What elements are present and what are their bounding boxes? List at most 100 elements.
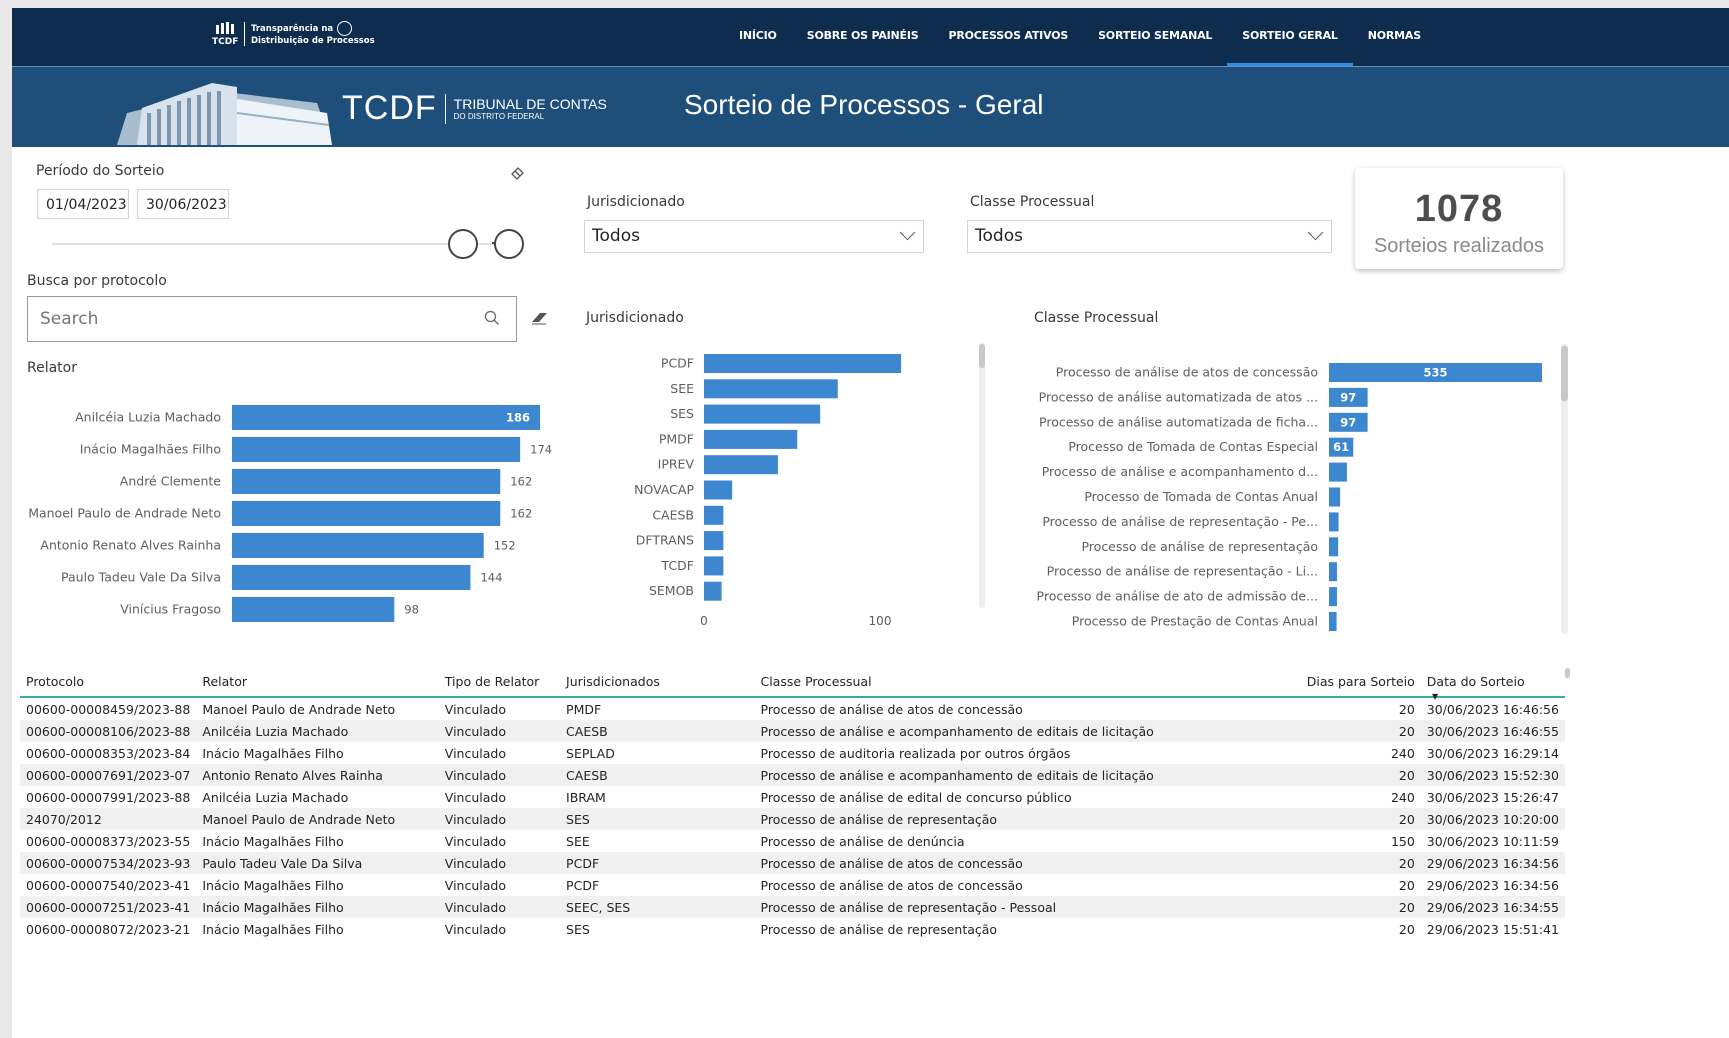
relator-value-label: 174 [530,443,552,457]
clear-filter-icon[interactable] [509,165,525,181]
date-slider-track[interactable] [52,243,497,245]
classe-category-label: Processo de análise automatizada de fich… [1039,414,1318,429]
cell-relator: Paulo Tadeu Vale Da Silva [196,852,439,874]
classe-dropdown[interactable]: Todos [967,220,1332,253]
classe-bar[interactable] [1329,537,1339,557]
classe-bar[interactable] [1329,462,1347,482]
eraser-icon[interactable] [530,310,550,326]
relator-bar[interactable] [232,405,540,430]
table-row[interactable]: 00600-00008072/2023-21 Inácio Magalhães F… [20,918,1565,940]
jur-bar[interactable] [704,455,778,475]
cell-jurisdicionados: CAESB [560,764,755,786]
cell-jurisdicionados: SES [566,921,590,937]
sort-desc-icon[interactable]: ▼ [1432,692,1438,701]
relator-bar[interactable] [232,501,501,526]
classe-value-label: 535 [1423,366,1447,380]
jur-bar[interactable] [704,354,902,373]
cell-classe-processual: Processo de análise de atos de concessão [760,877,1023,893]
relator-bar[interactable] [232,469,501,494]
relator-value-label: 98 [404,603,419,617]
cell-classe-processual: Processo de análise e acompanhamento de … [754,764,1293,786]
jur-bar[interactable] [704,404,821,424]
nav-item-normas[interactable]: NORMAS [1353,8,1436,63]
column-header-protocolo[interactable]: Protocolo [20,666,197,698]
search-input[interactable] [38,297,462,341]
jur-bar[interactable] [704,531,724,551]
classe-value-label: 61 [1333,440,1349,454]
relator-chart-title: Relator [27,360,77,376]
jur-category-label: SEE [670,381,694,396]
slider-handle-end[interactable] [494,229,524,259]
jurisdicionado-dropdown[interactable]: Todos [584,220,924,253]
jur-bar[interactable] [704,379,838,399]
relator-bar[interactable] [232,437,521,462]
jur-bar[interactable] [704,429,798,449]
relator-category-label: Antonio Renato Alves Rainha [40,538,221,553]
relator-value-label: 162 [510,507,532,521]
classe-filter-label: Classe Processual [970,194,1095,210]
table-row[interactable]: 00600-00007251/2023-41 Inácio Magalhães F… [20,896,1565,918]
relator-category-label: Manoel Paulo de Andrade Neto [28,506,221,521]
cell-protocolo: 00600-00007534/2023-93 [20,852,197,874]
table-row[interactable]: 00600-00007540/2023-41 Inácio Magalhães F… [20,874,1565,896]
cell-dias-sorteio: 20 [1398,921,1415,937]
table-row[interactable]: 24070/2012 Manoel Paulo de Andrade Neto Vi… [20,808,1565,830]
classe-category-label: Processo de análise automatizada de atos… [1039,389,1318,404]
jur-bar[interactable] [704,505,724,525]
table-row[interactable]: 00600-00008459/2023-88 Manoel Paulo de An… [20,697,1565,720]
relator-bar[interactable] [232,533,484,558]
classe-bar[interactable] [1329,587,1337,607]
jur-bar[interactable] [704,581,722,601]
classe-bar[interactable] [1329,562,1337,582]
jur-scrollbar[interactable] [979,344,985,368]
relator-bar[interactable] [232,565,471,590]
cell-dias-sorteio: 20 [1292,720,1421,742]
classe-bar[interactable] [1329,487,1341,507]
table-row[interactable]: 00600-00007534/2023-93 Paulo Tadeu Vale D… [20,852,1565,874]
table-row[interactable]: 00600-00008353/2023-84 Inácio Magalhães F… [20,742,1565,764]
nav-item-sorteio-geral[interactable]: SORTEIO GERAL [1227,8,1353,66]
cell-dias-sorteio: 20 [1292,852,1421,874]
relator-value-label: 152 [494,539,516,553]
relator-bar[interactable] [232,597,395,622]
classe-bar[interactable] [1329,612,1337,631]
table-row[interactable]: 00600-00008373/2023-55 Inácio Magalhães F… [20,830,1565,852]
report-canvas: TCDF Transparência na Distribuição de Pr… [12,8,1729,1038]
search-icon[interactable] [484,310,500,326]
table-row[interactable]: 00600-00008106/2023-88 Anilcéia Luzia Mac… [20,720,1565,742]
jur-category-label: SES [670,406,694,421]
column-header-tipo-relator[interactable]: Tipo de Relator [438,666,561,698]
cell-protocolo: 00600-00008353/2023-84 [26,745,191,761]
jur-bar[interactable] [704,480,733,500]
header-banner: TCDF TRIBUNAL DE CONTAS DO DISTRITO FEDE… [12,66,1729,147]
column-header-relator[interactable]: Relator [196,666,439,698]
nav-item-in-cio[interactable]: INÍCIO [724,8,792,63]
classe-value-label: 97 [1340,390,1356,404]
column-header-jurisdicionados[interactable]: Jurisdicionados [560,666,755,698]
jur-bar[interactable] [704,556,724,576]
nav-item-processos-ativos[interactable]: PROCESSOS ATIVOS [934,8,1084,63]
transparencia-logo[interactable]: TCDF Transparência na Distribuição de Pr… [212,21,375,47]
classe-category-label: Processo de análise de ato de admissão d… [1037,589,1318,604]
table-row[interactable]: 00600-00007691/2023-07 Antonio Renato Alv… [20,764,1565,786]
date-start-input[interactable]: 01/04/2023 [37,189,129,219]
classe-bar-chart: Processo de análise de atos de concessão… [1037,363,1542,631]
cell-data-sorteio: 29/06/2023 16:34:55 [1420,896,1565,918]
nav-item-sorteio-semanal[interactable]: SORTEIO SEMANAL [1083,8,1227,63]
nav-item-sobre-os-pain-is[interactable]: SOBRE OS PAINÉIS [792,8,934,63]
cell-data-sorteio: 30/06/2023 15:52:30 [1420,764,1565,786]
sorteios-table: Protocolo Relator Tipo de Relator Jurisdici… [20,666,1565,940]
classe-scrollbar[interactable] [1561,346,1568,401]
date-end-input[interactable]: 30/06/2023 [137,189,229,219]
column-header-classe-processual[interactable]: Classe Processual [754,666,1293,698]
cell-relator: Antonio Renato Alves Rainha [196,764,439,786]
column-header-dias-sorteio[interactable]: Dias para Sorteio [1292,666,1421,698]
tcdf-logo: TCDF TRIBUNAL DE CONTAS DO DISTRITO FEDE… [342,89,607,127]
cell-data-sorteio: 30/06/2023 15:26:47 [1426,789,1559,805]
column-header-data-sorteio[interactable]: Data do Sorteio [1420,666,1565,698]
table-scrollbar[interactable] [1565,668,1570,678]
classe-bar[interactable] [1329,512,1339,532]
cell-data-sorteio: 30/06/2023 16:46:55 [1420,720,1565,742]
slider-handle-start[interactable] [448,229,478,259]
table-row[interactable]: 00600-00007991/2023-88 Anilcéia Luzia Mac… [20,786,1565,808]
